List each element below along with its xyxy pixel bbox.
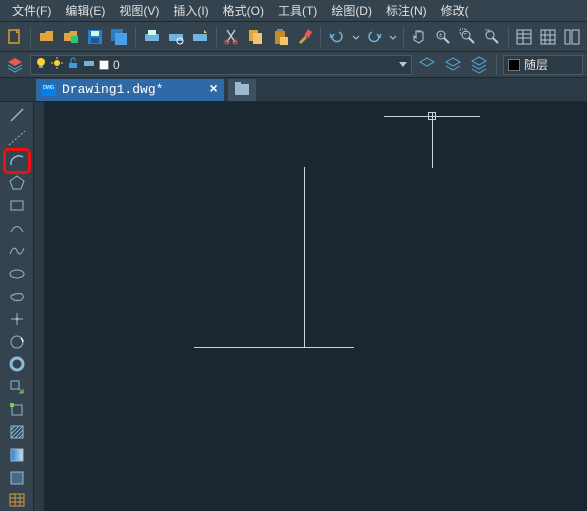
canvas-gutter [34, 102, 44, 511]
plot-preview-button[interactable] [165, 26, 186, 48]
document-tab-label: Drawing1.dwg* [62, 82, 163, 97]
plot-button[interactable] [141, 26, 162, 48]
document-tab-bar: Drawing1.dwg* × [0, 78, 587, 102]
menu-bar: 文件(F) 编辑(E) 视图(V) 插入(I) 格式(O) 工具(T) 绘图(D… [0, 0, 587, 22]
separator [403, 27, 404, 47]
arc-3point-tool[interactable] [5, 217, 29, 239]
block-insert-tool[interactable] [5, 376, 29, 398]
circle-center-tool[interactable] [5, 331, 29, 353]
drawing-canvas[interactable] [34, 102, 587, 511]
matchprop-button[interactable] [294, 26, 315, 48]
menu-edit[interactable]: 编辑(E) [59, 0, 111, 21]
tool-palettes-button[interactable] [562, 26, 583, 48]
menu-insert[interactable]: 插入(I) [167, 0, 214, 21]
layer-color-swatch [99, 60, 109, 70]
separator [216, 27, 217, 47]
zoom-window-button[interactable] [457, 26, 478, 48]
plot-icon [83, 57, 95, 72]
undo-dropdown[interactable] [351, 26, 361, 48]
layer-name-label: 0 [113, 58, 120, 72]
spline-tool[interactable] [5, 240, 29, 262]
arc-tool[interactable] [5, 149, 29, 171]
open-button[interactable] [36, 26, 57, 48]
construction-line-tool[interactable] [5, 127, 29, 149]
make-block-tool[interactable] [5, 399, 29, 421]
menu-format[interactable]: 格式(O) [217, 0, 270, 21]
polygon-tool[interactable] [5, 172, 29, 194]
menu-modify[interactable]: 修改( [435, 0, 475, 21]
publish-button[interactable] [189, 26, 210, 48]
dwg-file-icon [42, 84, 56, 96]
chevron-down-icon [399, 62, 407, 67]
separator [496, 55, 497, 75]
menu-view[interactable]: 视图(V) [113, 0, 165, 21]
line-tool[interactable] [5, 104, 29, 126]
menu-file[interactable]: 文件(F) [6, 0, 57, 21]
new-tab-button[interactable] [228, 79, 256, 101]
menu-draw[interactable]: 绘图(D) [325, 0, 378, 21]
copy-button[interactable] [246, 26, 267, 48]
gradient-tool[interactable] [5, 444, 29, 466]
layer-toolbar: 0 随层 [0, 52, 587, 78]
bylayer-label: 随层 [524, 56, 548, 73]
crosshair-cursor [384, 112, 480, 172]
zoom-realtime-button[interactable]: ± [433, 26, 454, 48]
properties-button[interactable] [513, 26, 534, 48]
document-tab[interactable]: Drawing1.dwg* × [36, 79, 224, 101]
table-tool[interactable] [5, 489, 29, 511]
color-swatch [508, 59, 520, 71]
cut-button[interactable] [222, 26, 243, 48]
bulb-icon [35, 57, 47, 72]
separator [135, 27, 136, 47]
draw-tool-palette [0, 102, 34, 511]
ellipse-tool[interactable] [5, 263, 29, 285]
color-dropdown[interactable]: 随层 [503, 55, 583, 75]
svg-text:±: ± [439, 33, 443, 39]
separator [320, 27, 321, 47]
zoom-previous-button[interactable] [481, 26, 502, 48]
undo-button[interactable] [326, 26, 347, 48]
layer-prev-button[interactable] [442, 54, 464, 76]
main-toolbar: ± [0, 22, 587, 52]
lock-icon [67, 57, 79, 72]
revision-cloud-tool[interactable] [5, 285, 29, 307]
new-tab-icon [235, 84, 249, 95]
redo-button[interactable] [364, 26, 385, 48]
layer-properties-button[interactable] [4, 54, 26, 76]
crosshair-large [234, 257, 394, 437]
separator [30, 27, 31, 47]
open-sheet-button[interactable] [60, 26, 81, 48]
sun-icon [51, 57, 63, 72]
layer-iso-button[interactable] [416, 54, 438, 76]
paste-button[interactable] [270, 26, 291, 48]
design-center-button[interactable] [538, 26, 559, 48]
point-tool[interactable] [5, 308, 29, 330]
region-tool[interactable] [5, 467, 29, 489]
pan-button[interactable] [409, 26, 430, 48]
redo-dropdown[interactable] [388, 26, 398, 48]
save-button[interactable] [85, 26, 106, 48]
layer-states-button[interactable] [468, 54, 490, 76]
layer-dropdown[interactable]: 0 [30, 55, 412, 75]
new-doc-button[interactable] [4, 26, 25, 48]
menu-tools[interactable]: 工具(T) [272, 0, 323, 21]
hatch-tool[interactable] [5, 421, 29, 443]
rectangle-tool[interactable] [5, 195, 29, 217]
donut-tool[interactable] [5, 353, 29, 375]
save-all-button[interactable] [109, 26, 130, 48]
close-tab-button[interactable]: × [209, 82, 217, 98]
separator [508, 27, 509, 47]
menu-dimension[interactable]: 标注(N) [380, 0, 433, 21]
